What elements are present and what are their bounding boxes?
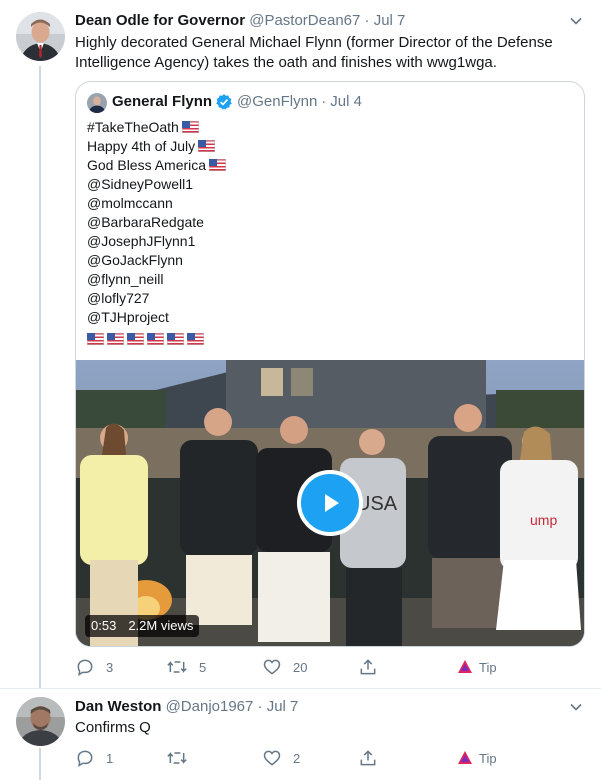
share-button[interactable] bbox=[358, 656, 378, 678]
tweet-text-line: Highly decorated General Michael Flynn (… bbox=[75, 34, 553, 51]
like-count: 2 bbox=[293, 750, 301, 766]
chevron-down-icon[interactable] bbox=[566, 697, 586, 717]
quoted-avatar bbox=[87, 93, 107, 113]
retweet-icon bbox=[167, 752, 187, 764]
us-flag-icon bbox=[87, 333, 104, 345]
avatar[interactable] bbox=[16, 697, 65, 746]
quoted-header: General Flynn @GenFlynn · Jul 4 bbox=[112, 92, 362, 112]
us-flag-icon bbox=[147, 333, 164, 345]
tweet-text-line: Intelligence Agency) takes the oath and … bbox=[75, 54, 497, 71]
like-button[interactable]: 2 bbox=[262, 747, 300, 769]
mention-link[interactable]: @lofly727 bbox=[87, 289, 226, 308]
reply-button[interactable]: 1 bbox=[75, 747, 113, 769]
video-stats-badge: 0:53 2.2M views bbox=[85, 615, 200, 637]
separator-dot: · bbox=[257, 698, 263, 715]
heart-icon bbox=[263, 750, 281, 766]
like-count: 20 bbox=[293, 659, 308, 675]
us-flag-icon bbox=[167, 333, 184, 345]
tweet[interactable]: Dan Weston @Danjo1967 · Jul 7 Confirms Q… bbox=[0, 689, 601, 780]
verified-badge-icon bbox=[215, 93, 233, 111]
tip-label: Tip bbox=[479, 659, 497, 675]
share-icon bbox=[360, 659, 376, 675]
reply-count: 3 bbox=[106, 659, 114, 675]
tweet-text: Confirms Q bbox=[75, 719, 151, 736]
author-name[interactable]: Dan Weston bbox=[75, 698, 161, 715]
quoted-author-name[interactable]: General Flynn bbox=[112, 92, 212, 112]
quoted-tweet[interactable]: General Flynn @GenFlynn · Jul 4 #TakeThe… bbox=[75, 81, 585, 647]
mention-link[interactable]: @molmccann bbox=[87, 194, 226, 213]
tweet[interactable]: Dean Odle for Governor @PastorDean67 · J… bbox=[0, 0, 601, 690]
mention-link[interactable]: @GoJackFlynn bbox=[87, 251, 226, 270]
mention-link[interactable]: @BarbaraRedgate bbox=[87, 213, 226, 232]
play-icon[interactable] bbox=[297, 470, 363, 536]
tweet-header: Dan Weston @Danjo1967 · Jul 7 bbox=[75, 697, 298, 717]
us-flag-icon bbox=[209, 159, 227, 171]
mention-link[interactable]: @JosephJFlynn1 bbox=[87, 232, 226, 251]
tweet-actions: 3 5 20 Tip bbox=[75, 656, 515, 678]
tip-label: Tip bbox=[479, 750, 497, 766]
quoted-text-line: God Bless America bbox=[87, 156, 227, 175]
tweet-date[interactable]: Jul 7 bbox=[267, 698, 299, 715]
quoted-text-line: Happy 4th of July bbox=[87, 137, 226, 156]
chevron-down-icon[interactable] bbox=[566, 11, 586, 31]
author-handle[interactable]: @Danjo1967 bbox=[166, 698, 254, 715]
tip-button[interactable]: Tip bbox=[457, 656, 497, 678]
retweet-icon bbox=[167, 661, 187, 673]
video-duration: 0:53 bbox=[91, 618, 117, 633]
thread-connector-line bbox=[39, 748, 41, 780]
mention-link[interactable]: @TJHproject bbox=[87, 308, 226, 327]
tip-button[interactable]: Tip bbox=[457, 747, 497, 769]
author-name[interactable]: Dean Odle for Governor bbox=[75, 12, 245, 29]
tip-icon bbox=[458, 660, 472, 673]
hashtag-link[interactable]: #TakeTheOath bbox=[87, 118, 226, 137]
mention-link[interactable]: @flynn_neill bbox=[87, 270, 226, 289]
quoted-handle[interactable]: @GenFlynn bbox=[237, 92, 317, 112]
like-button[interactable]: 20 bbox=[262, 656, 307, 678]
author-handle[interactable]: @PastorDean67 bbox=[249, 12, 360, 29]
video-views: 2.2M views bbox=[128, 618, 194, 633]
us-flag-icon bbox=[198, 140, 216, 152]
us-flag-icon bbox=[127, 333, 144, 345]
reply-icon bbox=[77, 659, 93, 676]
retweet-button[interactable] bbox=[166, 747, 199, 769]
reply-icon bbox=[77, 750, 93, 767]
us-flag-icon bbox=[107, 333, 124, 345]
reply-count: 1 bbox=[106, 750, 114, 766]
retweet-count: 5 bbox=[199, 659, 207, 675]
quoted-text: #TakeTheOath Happy 4th of July God Bless… bbox=[87, 118, 227, 346]
heart-icon bbox=[263, 659, 281, 675]
us-flag-icon bbox=[187, 333, 204, 345]
tip-icon bbox=[458, 751, 472, 764]
share-button[interactable] bbox=[358, 747, 378, 769]
retweet-button[interactable]: 5 bbox=[166, 656, 206, 678]
reply-button[interactable]: 3 bbox=[75, 656, 113, 678]
shirt-print: ump bbox=[530, 512, 557, 528]
separator-dot: · bbox=[321, 93, 327, 110]
video-player[interactable]: USA ump 0:53 2.2M views bbox=[76, 360, 584, 646]
tweet-date[interactable]: Jul 7 bbox=[374, 12, 406, 29]
mention-link[interactable]: @SidneyPowell1 bbox=[87, 175, 226, 194]
separator-dot: · bbox=[364, 12, 370, 29]
flag-row bbox=[87, 327, 226, 346]
quoted-date[interactable]: Jul 4 bbox=[330, 92, 362, 112]
avatar[interactable] bbox=[16, 12, 65, 61]
tweet-actions: 1 2 Tip bbox=[75, 747, 515, 769]
tweet-text: Highly decorated General Michael Flynn (… bbox=[75, 33, 585, 73]
tweet-header: Dean Odle for Governor @PastorDean67 · J… bbox=[75, 11, 405, 31]
share-icon bbox=[360, 750, 376, 766]
us-flag-icon bbox=[181, 121, 199, 133]
